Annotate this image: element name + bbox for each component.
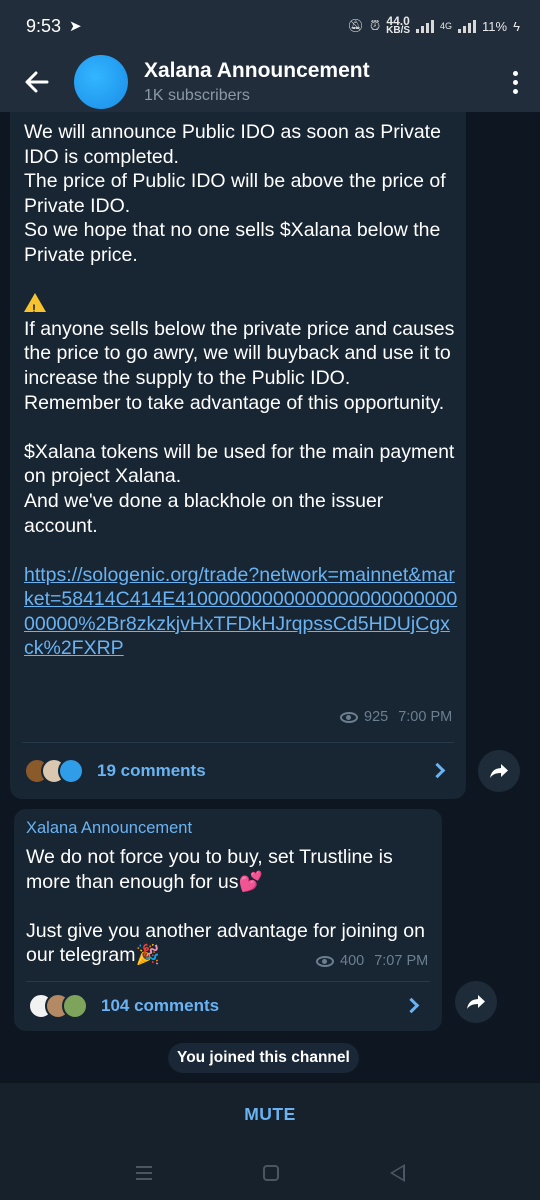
views-icon	[316, 955, 334, 967]
trade-link[interactable]: https://sologenic.org/trade?network=main…	[24, 564, 457, 660]
battery-level: 11%	[482, 18, 508, 34]
service-message: You joined this channel	[168, 1043, 359, 1073]
more-options-button[interactable]	[490, 52, 540, 112]
back-button[interactable]	[0, 52, 74, 112]
share-icon	[490, 764, 508, 778]
message-meta: 400 7:07 PM	[316, 953, 428, 969]
avatar	[58, 758, 84, 784]
channel-title: Xalana Announcement	[144, 59, 370, 82]
share-icon	[467, 995, 485, 1009]
channel-avatar[interactable]	[74, 55, 128, 109]
chevron-right-icon	[403, 997, 420, 1014]
channel-info[interactable]: Xalana Announcement 1K subscribers	[144, 59, 370, 105]
share-button[interactable]	[455, 981, 497, 1023]
commenter-avatars	[24, 758, 84, 784]
comments-count: 104 comments	[101, 996, 220, 1015]
message-time: 7:00 PM	[398, 709, 453, 725]
more-dot-icon	[512, 79, 518, 85]
status-icons: 🔕︎ ⏰︎ 44.0 KB/S 4G 11% ϟ	[347, 14, 520, 36]
recents-icon[interactable]	[135, 1166, 152, 1180]
back-arrow-icon	[25, 71, 49, 93]
network-speed: 44.0 KB/S	[386, 14, 411, 36]
back-nav-icon[interactable]	[389, 1164, 405, 1182]
chat-header: Xalana Announcement 1K subscribers	[0, 52, 540, 112]
message-text: We will announce Public IDO as soon as P…	[24, 120, 458, 661]
status-time: 9:53	[26, 15, 62, 36]
status-bar: 9:53 ➤ 🔕︎ ⏰︎ 44.0 KB/S 4G 11% ϟ	[0, 0, 540, 52]
view-count: 400	[340, 953, 365, 969]
share-button[interactable]	[478, 750, 520, 792]
chat-area[interactable]: We will announce Public IDO as soon as P…	[0, 112, 540, 1082]
comments-button[interactable]: 19 comments	[24, 747, 454, 795]
avatar	[62, 993, 88, 1019]
warning-emoji-icon	[24, 293, 46, 322]
divider	[22, 742, 454, 743]
network-type: 4G	[440, 21, 453, 31]
mute-button[interactable]: MUTE	[244, 1104, 296, 1125]
telegram-notification-icon: ➤	[69, 18, 82, 35]
commenter-avatars	[28, 993, 88, 1019]
comments-button[interactable]: 104 comments	[28, 983, 428, 1029]
message-meta: 925 7:00 PM	[340, 709, 452, 725]
more-dot-icon	[512, 88, 518, 94]
subscriber-count: 1K subscribers	[144, 87, 250, 104]
charging-icon: ϟ	[513, 18, 520, 34]
signal-icon-2	[458, 19, 477, 33]
message-bubble[interactable]: Xalana Announcement We do not force you …	[14, 809, 442, 1031]
signal-icon	[416, 19, 435, 33]
divider	[26, 981, 430, 982]
mute-bar: MUTE	[0, 1082, 540, 1146]
views-icon	[340, 711, 358, 723]
sender-name[interactable]: Xalana Announcement	[26, 819, 192, 838]
view-count: 925	[364, 709, 389, 725]
more-dot-icon	[512, 70, 518, 76]
message-time: 7:07 PM	[374, 953, 429, 969]
message-text: We do not force you to buy, set Trustlin…	[26, 846, 425, 967]
mute-notification-icon: 🔕︎	[347, 18, 364, 33]
alarm-icon: ⏰︎	[369, 18, 381, 33]
chevron-right-icon	[429, 762, 446, 779]
system-nav-bar	[0, 1146, 540, 1200]
message-bubble[interactable]: We will announce Public IDO as soon as P…	[10, 112, 466, 799]
home-icon[interactable]	[262, 1165, 279, 1181]
comments-count: 19 comments	[97, 761, 206, 780]
